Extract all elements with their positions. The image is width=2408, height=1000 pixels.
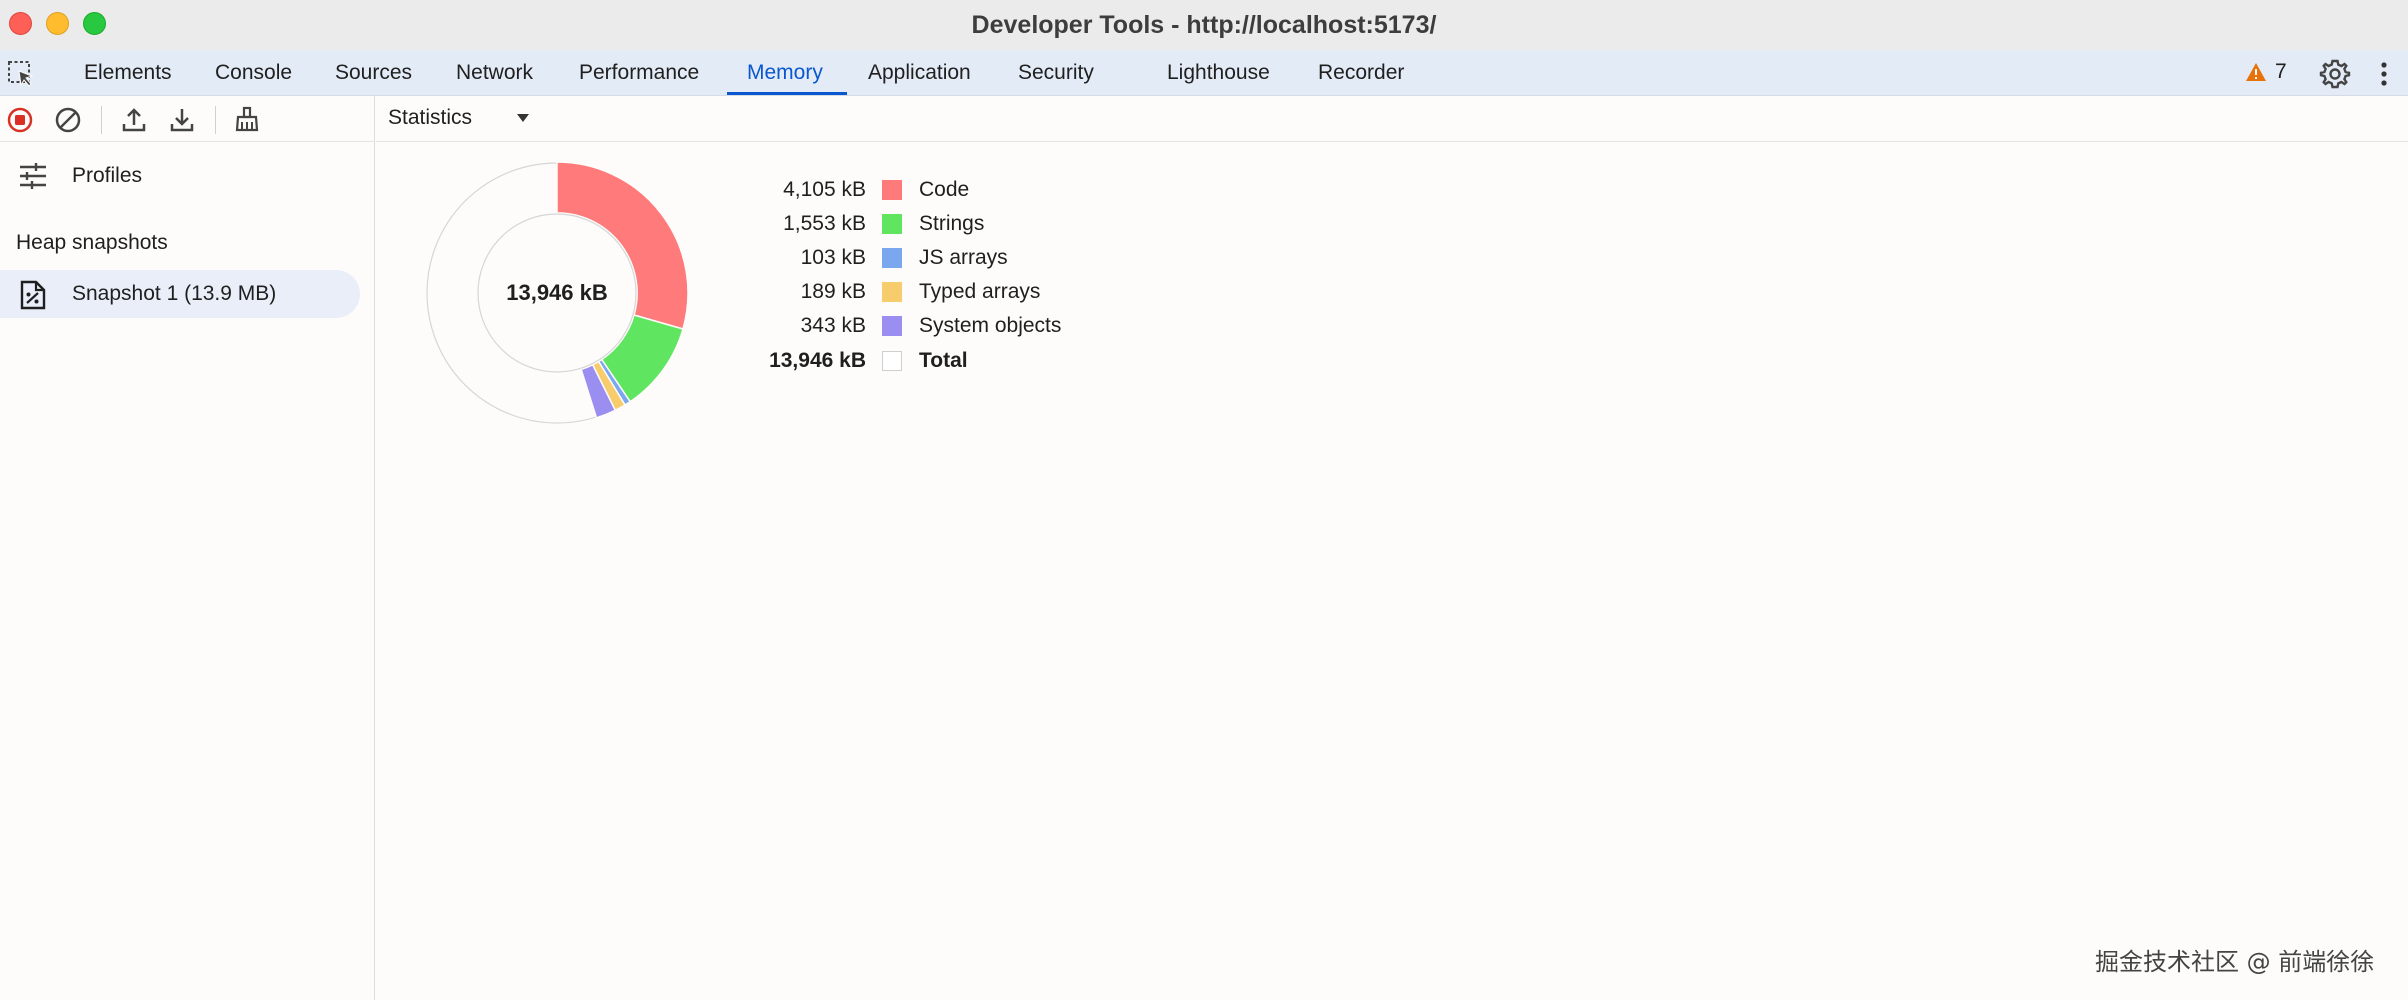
- window-title: Developer Tools - http://localhost:5173/: [971, 10, 1437, 39]
- window-titlebar: Developer Tools - http://localhost:5173/: [0, 0, 2408, 50]
- legend-swatch: [882, 248, 902, 268]
- memory-toolbar: [0, 96, 375, 142]
- tab-application[interactable]: Application: [866, 50, 973, 96]
- watermark-text: 掘金技术社区 @ 前端徐徐: [2095, 948, 2375, 976]
- tab-network[interactable]: Network: [454, 50, 535, 96]
- save-profile-download-icon[interactable]: [167, 105, 197, 135]
- legend-label: Code: [919, 178, 970, 201]
- close-window-button[interactable]: [9, 12, 32, 35]
- legend-value: 189 kB: [800, 280, 866, 303]
- view-select[interactable]: Statistics: [388, 106, 472, 130]
- tab-elements[interactable]: Elements: [82, 50, 174, 96]
- profiles-sidebar: Profiles Heap snapshots Snapshot 1 (13.9…: [0, 96, 375, 1000]
- legend-label: Typed arrays: [919, 280, 1041, 303]
- tab-recorder[interactable]: Recorder: [1316, 50, 1406, 96]
- legend-value: 343 kB: [800, 314, 866, 337]
- settings-gear-icon[interactable]: [2319, 58, 2351, 90]
- minimize-window-button[interactable]: [46, 12, 69, 35]
- legend-swatch: [882, 180, 902, 200]
- tab-memory[interactable]: Memory: [745, 50, 825, 96]
- legend-row-typed-arrays: 189 kB Typed arrays: [376, 274, 1176, 308]
- legend-swatch: [882, 316, 902, 336]
- profiles-header[interactable]: Profiles: [0, 156, 375, 196]
- load-profile-upload-icon[interactable]: [119, 105, 149, 135]
- maximize-window-button[interactable]: [83, 12, 106, 35]
- tab-security[interactable]: Security: [1016, 50, 1096, 96]
- heap-snapshots-section-title: Heap snapshots: [16, 231, 168, 254]
- legend-swatch: [882, 214, 902, 234]
- snapshot-list-item[interactable]: Snapshot 1 (13.9 MB): [0, 270, 360, 318]
- legend-row-code: 4,105 kB Code: [376, 172, 1176, 206]
- legend-row-total: 13,946 kB Total: [376, 343, 1176, 377]
- more-options-icon[interactable]: [2376, 60, 2392, 88]
- inspect-element-icon[interactable]: [6, 59, 36, 89]
- tab-lighthouse[interactable]: Lighthouse: [1165, 50, 1272, 96]
- toolbar-divider: [215, 106, 216, 134]
- view-toolbar: Statistics: [376, 96, 2408, 142]
- legend-swatch-total: [882, 351, 902, 371]
- snapshot-label: Snapshot 1 (13.9 MB): [72, 282, 277, 305]
- legend-row-strings: 1,553 kB Strings: [376, 206, 1176, 240]
- legend-label: Strings: [919, 212, 985, 235]
- legend-total-label: Total: [919, 349, 968, 372]
- legend-label: JS arrays: [919, 246, 1008, 269]
- legend-total-value: 13,946 kB: [769, 349, 866, 372]
- tab-sources[interactable]: Sources: [333, 50, 414, 96]
- toolbar-divider: [101, 106, 102, 134]
- traffic-lights: [9, 12, 106, 35]
- statistics-panel: Statistics 13,946 kB 4,105 kB Code 1,553…: [376, 96, 2408, 1000]
- legend-value: 103 kB: [800, 246, 866, 269]
- active-tab-indicator: [727, 92, 847, 95]
- issues-count: 7: [2275, 60, 2287, 83]
- heap-snapshot-file-icon: [20, 280, 46, 310]
- dropdown-caret-icon[interactable]: [516, 113, 530, 123]
- collect-garbage-broom-icon[interactable]: [232, 105, 262, 135]
- legend-swatch: [882, 282, 902, 302]
- issues-counter[interactable]: 7: [2245, 60, 2287, 84]
- warning-icon: [2246, 63, 2266, 81]
- tune-sliders-icon: [20, 163, 46, 189]
- legend-value: 1,553 kB: [783, 212, 866, 235]
- devtools-tab-bar: Elements Console Sources Network Perform…: [0, 50, 2408, 96]
- clear-profiles-icon[interactable]: [53, 105, 83, 135]
- tab-console[interactable]: Console: [213, 50, 294, 96]
- legend-label: System objects: [919, 314, 1062, 337]
- legend-value: 4,105 kB: [783, 178, 866, 201]
- stop-recording-icon[interactable]: [5, 105, 35, 135]
- tab-performance[interactable]: Performance: [577, 50, 701, 96]
- legend-row-system-objects: 343 kB System objects: [376, 308, 1176, 342]
- profiles-label: Profiles: [72, 164, 143, 187]
- legend-row-js-arrays: 103 kB JS arrays: [376, 240, 1176, 274]
